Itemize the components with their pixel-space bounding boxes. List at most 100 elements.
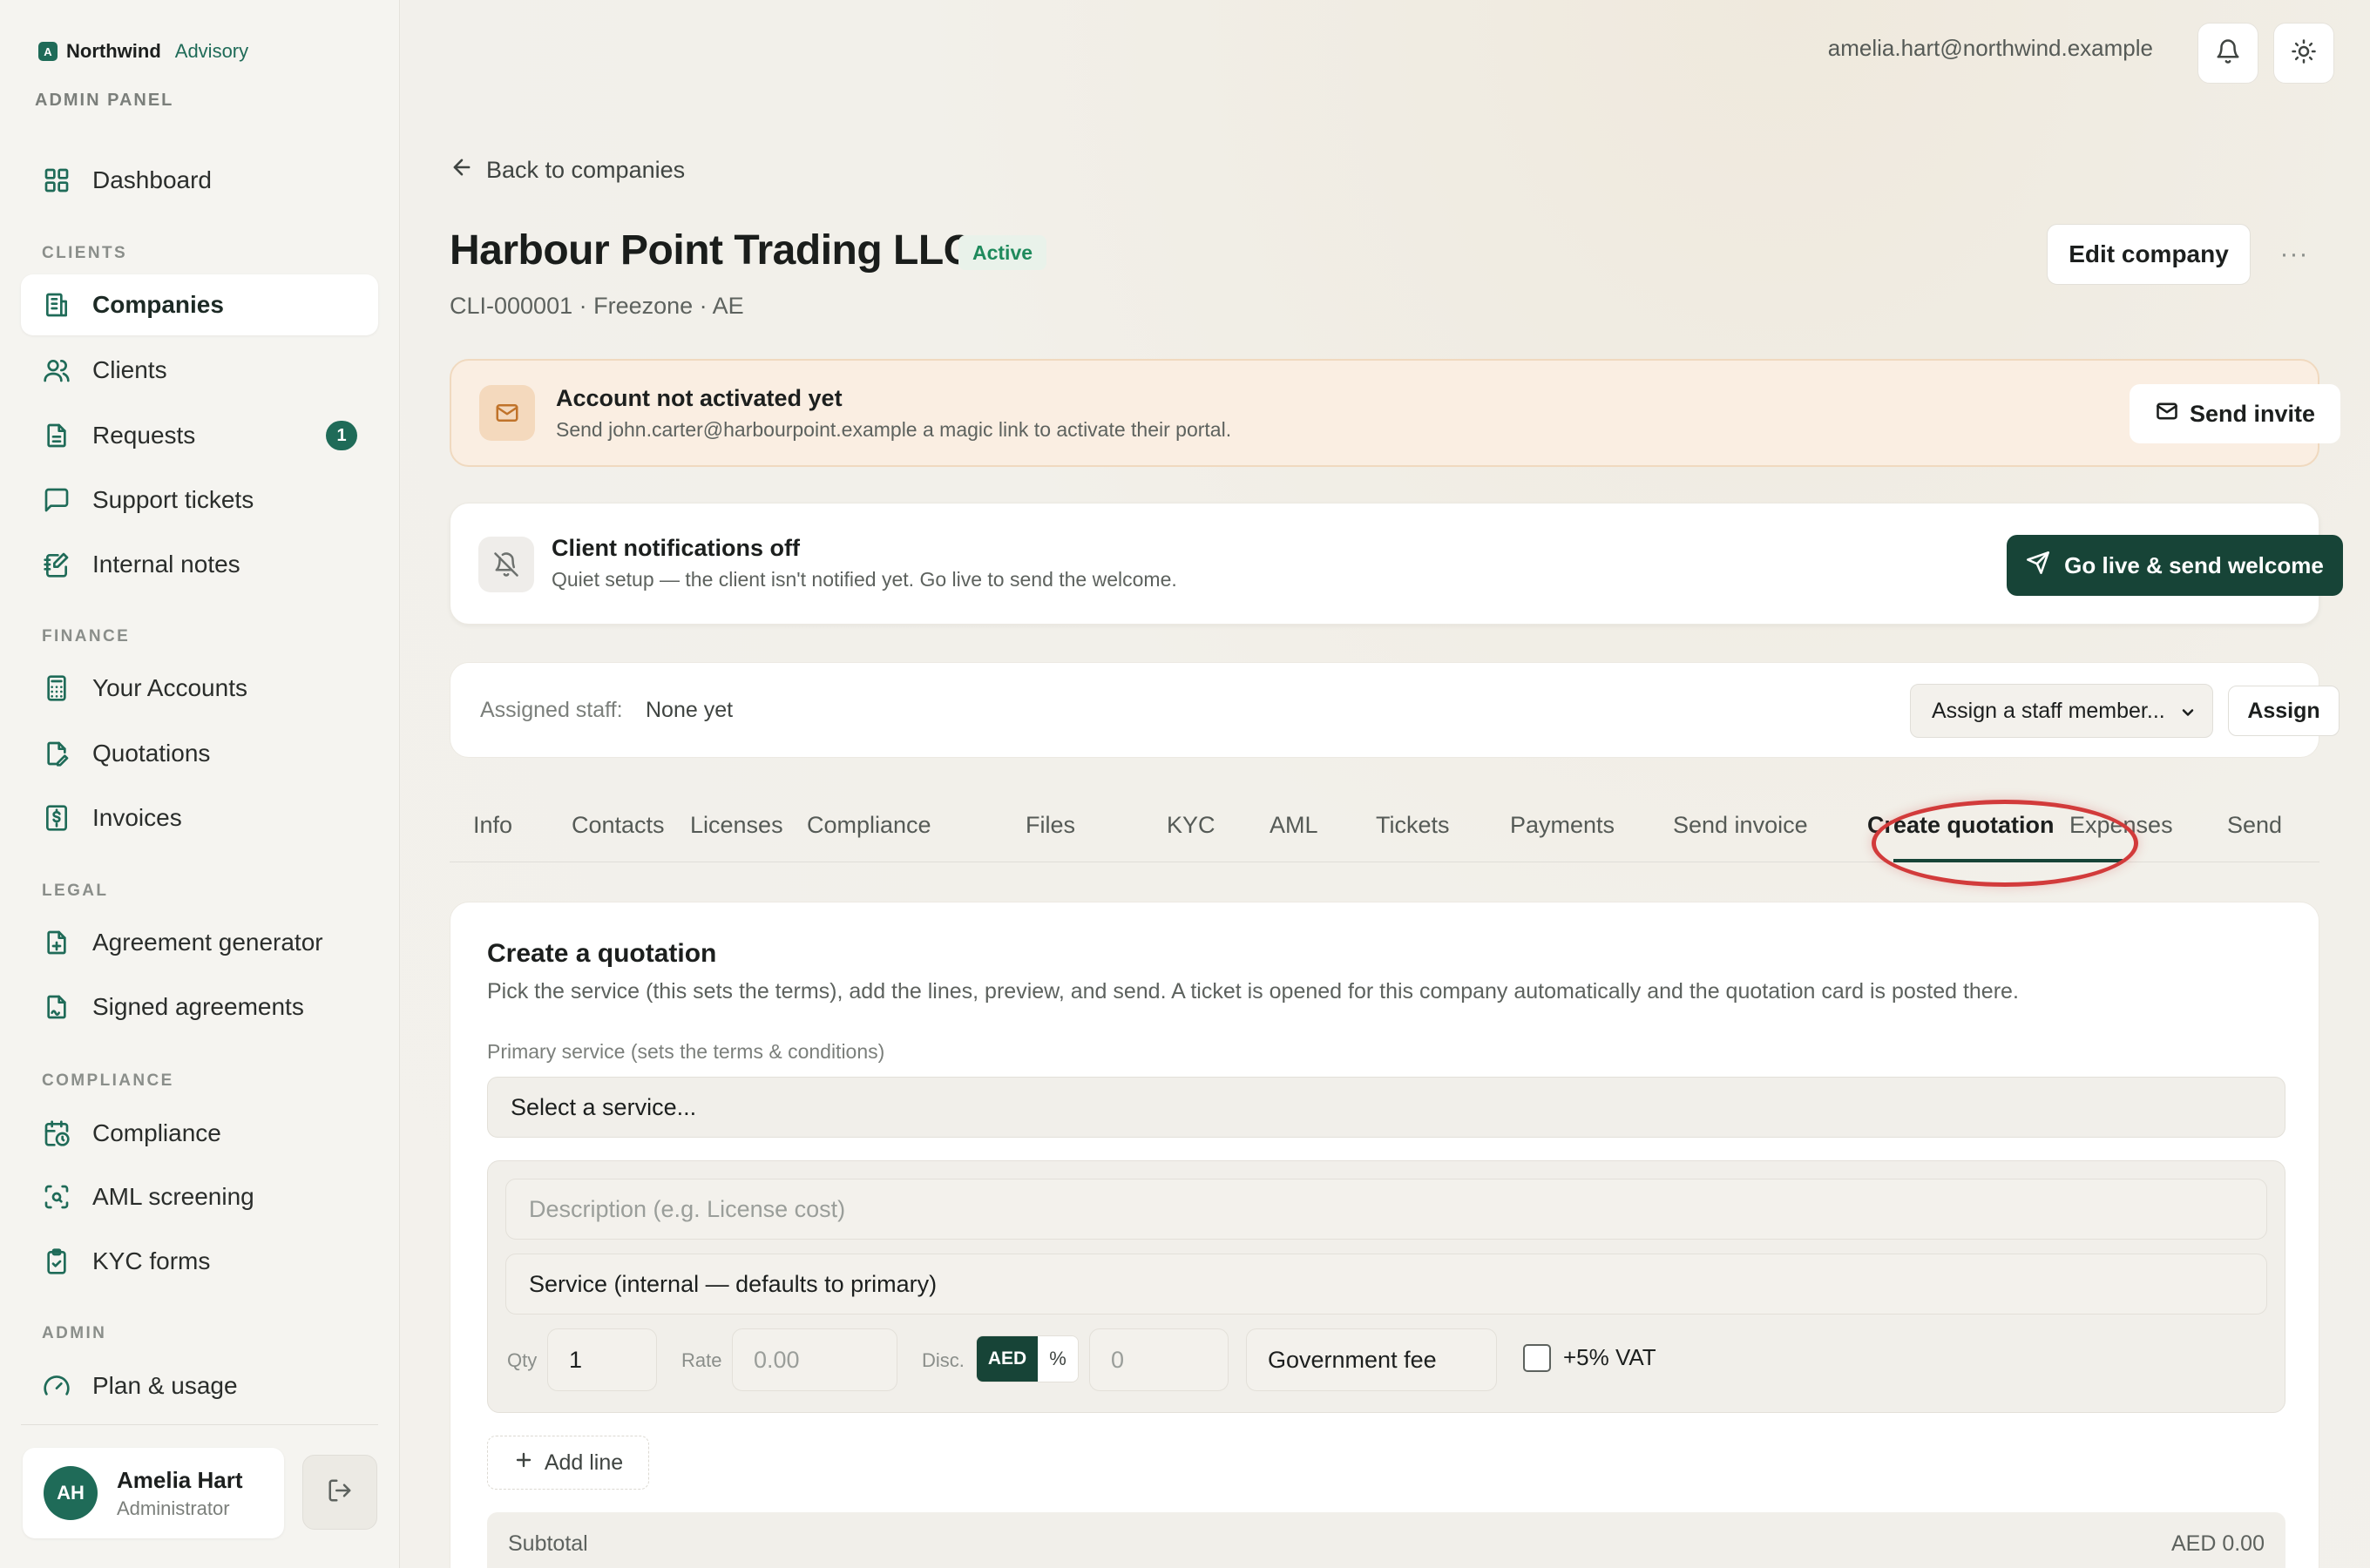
main-content: amelia.hart@northwind.example Back to co…	[401, 0, 2370, 1568]
sun-icon	[2291, 38, 2317, 69]
sidebar-item-plan-usage[interactable]: Plan & usage	[21, 1355, 378, 1416]
mail-icon	[2155, 399, 2179, 429]
go-live-label: Go live & send welcome	[2064, 551, 2324, 578]
sidebar-item-label: Plan & usage	[92, 1372, 238, 1399]
primary-service-select[interactable]: Select a service...	[487, 1077, 2285, 1138]
assign-button[interactable]: Assign	[2228, 686, 2340, 736]
arrow-left-icon	[450, 155, 474, 186]
notebook-pen-icon	[42, 550, 71, 579]
sidebar-item-label: Internal notes	[92, 551, 240, 578]
avatar: AH	[44, 1466, 98, 1520]
discount-aed-option[interactable]: AED	[977, 1336, 1038, 1382]
line-description-input[interactable]: Description (e.g. License cost)	[505, 1179, 2267, 1240]
theme-toggle-button[interactable]	[2273, 23, 2334, 84]
user-card[interactable]: AH Amelia Hart Administrator	[23, 1448, 284, 1538]
section-compliance: COMPLIANCE	[42, 1071, 174, 1090]
sidebar-item-companies[interactable]: Companies	[21, 274, 378, 335]
quotation-title: Create a quotation	[487, 939, 717, 968]
sidebar-item-label: Compliance	[92, 1119, 221, 1146]
staff-member-select[interactable]: Assign a staff member...	[1910, 684, 2213, 738]
more-options-button[interactable]: ···	[2274, 235, 2314, 274]
bell-off-icon	[478, 537, 534, 592]
quotation-description: Pick the service (this sets the terms), …	[487, 979, 2019, 1004]
back-to-companies-link[interactable]: Back to companies	[450, 155, 685, 186]
section-legal: LEGAL	[42, 882, 109, 900]
section-admin: ADMIN	[42, 1324, 107, 1342]
add-line-button[interactable]: Add line	[487, 1436, 649, 1490]
section-finance: FINANCE	[42, 627, 131, 645]
user-role: Administrator	[117, 1497, 230, 1519]
quotation-line-item: Description (e.g. License cost) Service …	[487, 1160, 2285, 1413]
notifications-title: Client notifications off	[552, 535, 800, 561]
add-line-label: Add line	[544, 1450, 624, 1475]
qty-label: Qty	[507, 1349, 538, 1371]
line-amounts-row: Qty 1 Rate 0.00 Disc. AED % 0 Government…	[505, 1328, 2267, 1391]
tab-contacts[interactable]: Contacts	[572, 812, 665, 839]
more-horizontal-icon: ···	[2279, 240, 2309, 268]
company-tabs: Info Contacts Licenses Compliance Files …	[450, 793, 2319, 887]
sidebar-item-compliance[interactable]: Compliance	[21, 1103, 378, 1164]
tab-send-invoice[interactable]: Send invoice	[1673, 812, 1808, 839]
tab-info[interactable]: Info	[473, 812, 512, 839]
activation-warning-card: Account not activated yet Send john.cart…	[450, 359, 2340, 467]
tab-files[interactable]: Files	[1026, 812, 1075, 839]
dashboard-icon	[42, 166, 71, 195]
discount-input[interactable]: 0	[1089, 1328, 1229, 1391]
chevron-down-icon	[2179, 702, 2197, 720]
tab-kyc[interactable]: KYC	[1167, 812, 1215, 839]
tab-compliance[interactable]: Compliance	[807, 812, 931, 839]
gauge-icon	[42, 1371, 71, 1401]
sidebar-item-aml-screening[interactable]: AML screening	[21, 1166, 378, 1227]
brand-subtitle: Advisory	[174, 40, 249, 62]
sidebar-item-dashboard[interactable]: Dashboard	[21, 150, 378, 211]
scan-search-icon	[42, 1182, 71, 1212]
sidebar-divider	[21, 1424, 378, 1425]
notifications-button[interactable]	[2197, 23, 2258, 84]
file-plus-icon	[42, 928, 71, 957]
page-title: Harbour Point Trading LLC	[450, 227, 973, 274]
edit-company-button[interactable]: Edit company	[2047, 224, 2251, 285]
primary-service-label: Primary service (sets the terms & condit…	[487, 1040, 885, 1063]
rate-input[interactable]: 0.00	[732, 1328, 897, 1391]
sidebar-item-label: AML screening	[92, 1183, 254, 1210]
qty-input[interactable]: 1	[547, 1328, 657, 1391]
sidebar-item-agreement-generator[interactable]: Agreement generator	[21, 912, 378, 973]
line-service-select[interactable]: Service (internal — defaults to primary)	[505, 1254, 2267, 1315]
back-link-label: Back to companies	[486, 157, 686, 183]
notifications-subtitle: Quiet setup — the client isn't notified …	[552, 568, 1177, 591]
sidebar-item-label: Dashboard	[92, 166, 212, 193]
discount-percent-option[interactable]: %	[1038, 1336, 1078, 1382]
sidebar-item-support-tickets[interactable]: Support tickets	[21, 470, 378, 531]
send-invite-button[interactable]: Send invite	[2130, 384, 2340, 443]
sidebar-item-requests[interactable]: Requests 1	[21, 405, 378, 466]
sidebar-item-signed-agreements[interactable]: Signed agreements	[21, 977, 378, 1037]
activation-title: Account not activated yet	[556, 385, 843, 411]
users-icon	[42, 355, 71, 385]
section-clients: CLIENTS	[42, 244, 128, 262]
calculator-icon	[42, 673, 71, 703]
sidebar-item-quotations[interactable]: Quotations	[21, 723, 378, 784]
go-live-button[interactable]: Go live & send welcome	[2007, 535, 2343, 596]
logout-button[interactable]	[302, 1455, 377, 1530]
tab-tickets[interactable]: Tickets	[1376, 812, 1450, 839]
subtotal-value: AED 0.00	[2170, 1531, 2265, 1556]
tab-licenses[interactable]: Licenses	[690, 812, 783, 839]
message-square-icon	[42, 485, 71, 515]
requests-count-badge: 1	[326, 421, 357, 450]
sidebar-item-your-accounts[interactable]: Your Accounts	[21, 658, 378, 719]
vat-checkbox[interactable]	[1523, 1344, 1551, 1372]
sidebar-item-internal-notes[interactable]: Internal notes	[21, 534, 378, 595]
tab-payments[interactable]: Payments	[1510, 812, 1615, 839]
sidebar-item-kyc-forms[interactable]: KYC forms	[21, 1231, 378, 1292]
tab-send[interactable]: Send	[2227, 812, 2282, 839]
fee-type-select[interactable]: Government fee	[1246, 1328, 1497, 1391]
plus-icon	[513, 1450, 534, 1477]
sidebar-item-invoices[interactable]: Invoices	[21, 787, 378, 848]
sidebar-item-label: Agreement generator	[92, 929, 323, 956]
activation-subtitle: Send john.carter@harbourpoint.example a …	[556, 418, 1232, 441]
status-badge: Active	[958, 235, 1047, 270]
tab-aml[interactable]: AML	[1270, 812, 1318, 839]
sidebar-item-clients[interactable]: Clients	[21, 340, 378, 401]
calendar-clock-icon	[42, 1119, 71, 1148]
sidebar-item-label: Requests	[92, 422, 196, 449]
